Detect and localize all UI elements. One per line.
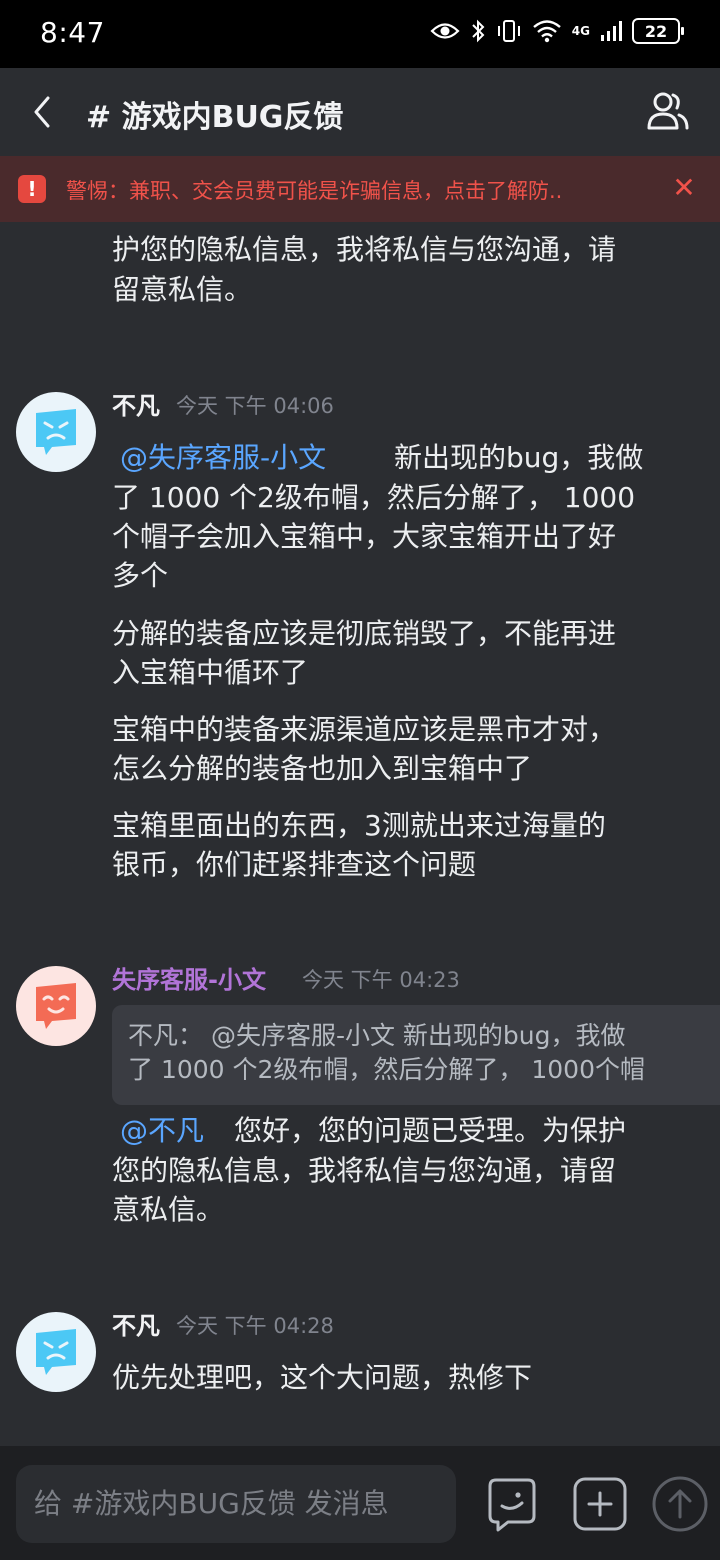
- add-button[interactable]: [572, 1476, 628, 1532]
- reply-quote[interactable]: 不凡： @失序客服-小文 新出现的bug，我做 了 1000 个2级布帽，然后分…: [112, 1005, 720, 1105]
- network-type: 4G: [571, 24, 590, 38]
- fraud-warning-banner[interactable]: ! 警惕：兼职、交会员费可能是诈骗信息，点击了解防.. ✕: [0, 156, 720, 222]
- quote-line: 不凡： @失序客服-小文 新出现的bug，我做: [128, 1021, 626, 1050]
- status-time: 8:47: [40, 16, 105, 49]
- avatar[interactable]: [16, 1312, 96, 1392]
- timestamp: 今天 下午 04:23: [302, 968, 460, 992]
- add-icon: [573, 1477, 627, 1531]
- close-icon[interactable]: ✕: [670, 173, 698, 203]
- warning-text[interactable]: 警惕：兼职、交会员费可能是诈骗信息，点击了解防..: [66, 175, 562, 205]
- message-line: 留意私信。: [112, 273, 253, 306]
- message-line: 您的隐私信息，我将私信与您沟通，请留: [112, 1154, 617, 1187]
- message-line: 了 1000 个2级布帽，然后分解了， 1000: [112, 481, 636, 514]
- message-composer: 给 #游戏内BUG反馈 发消息: [0, 1446, 720, 1560]
- quote-line: 了 1000 个2级布帽，然后分解了， 1000个帽: [128, 1055, 645, 1084]
- timestamp: 今天 下午 04:28: [176, 1314, 334, 1338]
- status-bar: 8:47 4G 22: [0, 0, 720, 68]
- message-line: 多个: [112, 559, 169, 592]
- members-icon: [647, 92, 689, 130]
- avatar[interactable]: [16, 966, 96, 1046]
- wifi-icon: [533, 20, 561, 43]
- username[interactable]: 失序客服-小文: [112, 960, 266, 995]
- message-line: 您好，您的问题已受理。为保护: [234, 1114, 627, 1147]
- avatar[interactable]: [16, 392, 96, 472]
- message-line: 护您的隐私信息，我将私信与您沟通，请: [112, 233, 617, 266]
- timestamp: 今天 下午 04:06: [176, 394, 334, 418]
- message-line: 银币，你们赶紧排查这个问题: [112, 848, 477, 881]
- message-line: 个帽子会加入宝箱中，大家宝箱开出了好: [112, 520, 617, 553]
- vibrate-icon: [497, 20, 520, 42]
- battery-level: 22: [644, 21, 668, 41]
- status-icons: 4G 22: [430, 18, 684, 44]
- staff-avatar-icon: [36, 983, 76, 1029]
- mention-link[interactable]: @失序客服-小文: [120, 438, 326, 477]
- send-icon: [652, 1476, 708, 1532]
- message-line: 意私信。: [112, 1193, 225, 1226]
- message-line: 新出现的bug，我做: [394, 441, 644, 474]
- message-line: 入宝箱中循环了: [112, 656, 309, 689]
- chevron-left-icon: [34, 96, 50, 128]
- signal-icon: [601, 21, 622, 41]
- send-button[interactable]: [652, 1476, 708, 1532]
- username[interactable]: 不凡: [112, 386, 160, 421]
- channel-header: # 游戏内BUG反馈: [0, 68, 720, 156]
- message-line: 怎么分解的装备也加入到宝箱中了: [112, 752, 533, 785]
- battery-indicator: 22: [632, 18, 684, 44]
- members-button[interactable]: [646, 90, 690, 134]
- message-line: 宝箱里面出的东西，3测就出来过海量的: [112, 809, 606, 842]
- emoji-button[interactable]: [484, 1476, 540, 1532]
- message-input[interactable]: 给 #游戏内BUG反馈 发消息: [16, 1465, 456, 1543]
- message-line: 分解的装备应该是彻底销毁了，不能再进: [112, 617, 617, 650]
- emoji-icon: [488, 1478, 536, 1532]
- warning-icon: !: [18, 175, 46, 203]
- bluetooth-icon: [472, 19, 485, 43]
- username[interactable]: 不凡: [112, 1306, 160, 1341]
- message-list[interactable]: 护您的隐私信息，我将私信与您沟通，请 留意私信。 不凡 今天 下午 04:06 …: [0, 222, 720, 1446]
- message-line: 优先处理吧，这个大问题，热修下: [112, 1361, 533, 1394]
- user-avatar-icon: [36, 1329, 76, 1375]
- eye-icon: [430, 23, 460, 39]
- mention-link[interactable]: @不凡: [120, 1111, 204, 1150]
- user-avatar-icon: [36, 409, 76, 455]
- back-button[interactable]: [22, 90, 62, 134]
- message-line: 宝箱中的装备来源渠道应该是黑市才对，: [112, 713, 617, 746]
- channel-title: # 游戏内BUG反馈: [86, 100, 344, 135]
